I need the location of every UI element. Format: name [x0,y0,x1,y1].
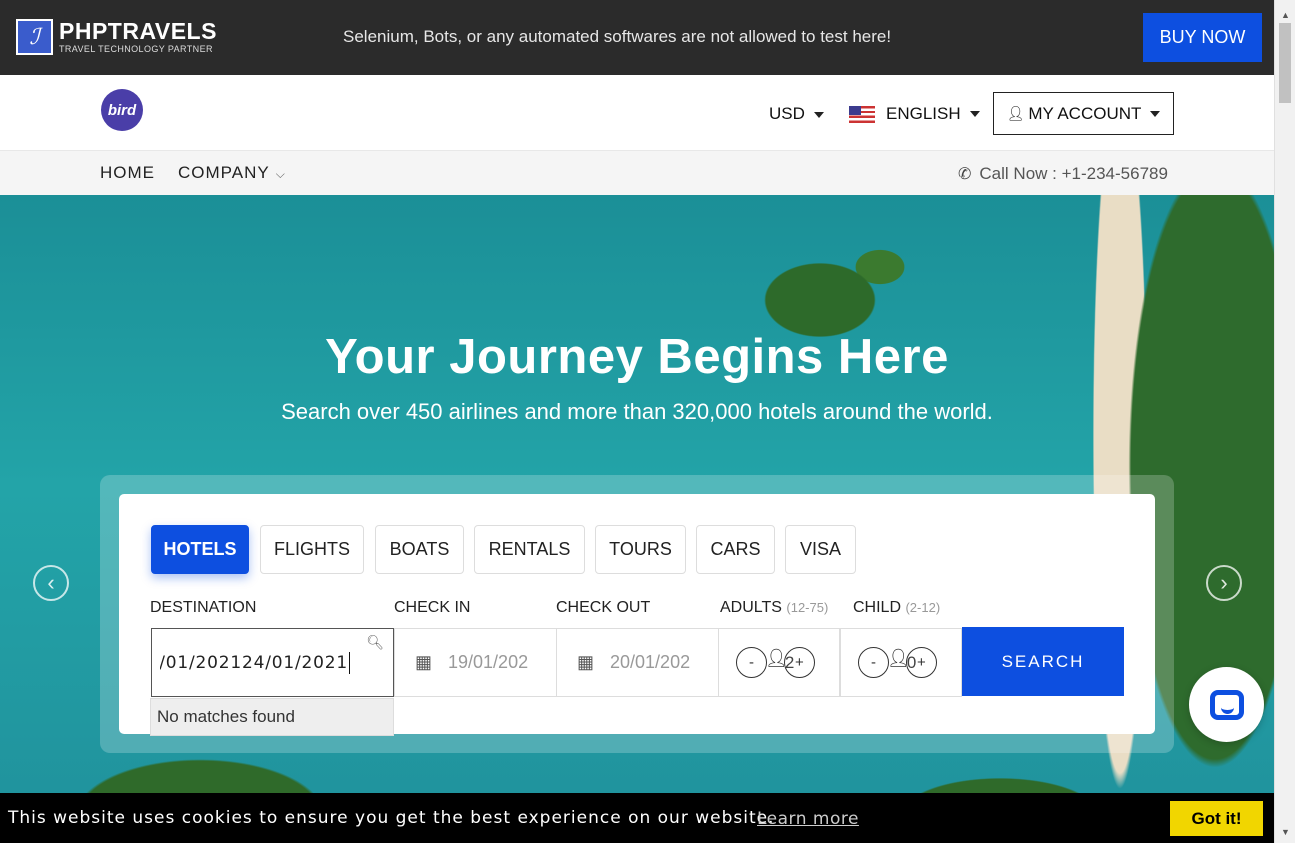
checkin-value: 19/01/202 [448,652,529,672]
search-button[interactable]: SEARCH [962,627,1124,696]
arrow-left-icon[interactable]: ‹ [33,565,69,601]
tab-rentals[interactable]: RENTALS [474,525,585,574]
tab-hotels[interactable]: HOTELS [151,525,249,574]
user-icon: 👤︎ [1006,105,1025,121]
cookie-text: This website uses cookies to ensure you … [8,808,775,828]
learn-more-link[interactable]: Learn more [757,809,859,829]
hero-section: Your Journey Begins Here Search over 450… [0,195,1274,843]
text-cursor [349,651,350,674]
cookie-accept-button[interactable]: Got it! [1170,801,1263,836]
adults-label-text: ADULTS [720,599,782,616]
chevron-down-icon: ⌵ [275,167,286,181]
call-now[interactable]: ✆ Call Now : +1-234-56789 [958,164,1168,184]
language-label: ENGLISH [886,104,961,123]
cookie-banner: This website uses cookies to ensure you … [0,793,1274,843]
brand-name: PHPTRAVELS [59,18,217,44]
my-account-button[interactable]: 👤︎ MY ACCOUNT [993,92,1174,135]
child-stepper: - 👤︎ + 0 [840,628,962,697]
chat-icon [1209,689,1244,720]
currency-dropdown[interactable]: USD [769,104,824,124]
main-nav: HOME COMPANY ⌵ ✆ Call Now : +1-234-56789 [0,151,1274,195]
caret-down-icon [1150,110,1161,117]
child-range: (2-12) [905,600,941,615]
child-label: CHILD (2-12) [853,599,940,617]
checkin-label: CHECK IN [394,599,471,616]
search-card: HOTELS FLIGHTS BOATS RENTALS TOURS CARS … [119,494,1155,736]
tab-visa[interactable]: VISA [785,525,856,574]
adults-minus-button[interactable]: - [736,647,767,678]
top-banner: ℐ PHPTRAVELS TRAVEL TECHNOLOGY PARTNER S… [0,0,1274,75]
destination-value: 24/01/202124/01/2021 [160,652,348,673]
hero-subtitle: Search over 450 airlines and more than 3… [281,399,993,424]
child-label-text: CHILD [853,599,902,616]
destination-label: DESTINATION [150,599,257,616]
calendar-icon: ▦ [415,652,433,672]
checkout-label: CHECK OUT [556,599,651,616]
adults-label: ADULTS (12-75) [720,599,828,617]
my-account-label: MY ACCOUNT [1028,103,1142,123]
adults-stepper: - 👤︎ + 2 [718,628,840,697]
tab-tours[interactable]: TOURS [595,525,686,574]
site-header: bird USD ENGLISH 👤︎ MY ACCOUNT [0,75,1274,151]
checkout-value: 20/01/202 [610,652,691,672]
bot-notice: Selenium, Bots, or any automated softwar… [343,27,892,46]
hero-title: Your Journey Begins Here [325,330,949,384]
brand-text: PHPTRAVELS TRAVEL TECHNOLOGY PARTNER [59,20,217,54]
buy-now-button[interactable]: BUY NOW [1143,13,1262,62]
scroll-down-icon[interactable]: ▼ [1281,827,1290,837]
arrow-right-icon[interactable]: › [1206,565,1242,601]
call-now-text: Call Now : +1-234-56789 [979,164,1168,183]
no-matches-message: No matches found [150,698,394,736]
checkin-field[interactable]: ▦ 19/01/202 [394,628,557,697]
child-minus-button[interactable]: - [858,647,889,678]
adults-range: (12-75) [786,600,829,615]
brand-logo-icon: ℐ [16,19,53,55]
caret-down-icon [969,111,980,117]
language-dropdown[interactable]: ENGLISH [849,104,980,124]
scroll-thumb[interactable] [1279,23,1291,103]
scroll-up-icon[interactable]: ▲ [1281,10,1290,20]
destination-input[interactable]: 24/01/202124/01/2021 🔍︎ [151,628,394,697]
page-scrollbar[interactable]: ▲ ▼ [1274,0,1295,843]
caret-down-icon [813,111,824,118]
nav-company[interactable]: COMPANY ⌵ [178,163,286,183]
calendar-icon: ▦ [577,652,595,672]
tab-cars[interactable]: CARS [696,525,775,574]
us-flag-icon [849,105,875,123]
brand-tagline: TRAVEL TECHNOLOGY PARTNER [59,44,213,54]
checkout-field[interactable]: ▦ 20/01/202 [556,628,719,697]
phptravels-brand[interactable]: ℐ PHPTRAVELS TRAVEL TECHNOLOGY PARTNER [16,19,217,55]
tab-boats[interactable]: BOATS [375,525,464,574]
nav-home[interactable]: HOME [100,163,155,183]
tab-flights[interactable]: FLIGHTS [260,525,364,574]
site-logo[interactable]: bird [101,89,143,131]
search-icon: 🔍︎ [366,635,385,651]
currency-label: USD [769,104,805,123]
phone-icon: ✆ [958,166,972,183]
chat-widget[interactable] [1189,667,1264,742]
nav-company-label: COMPANY [178,163,270,182]
